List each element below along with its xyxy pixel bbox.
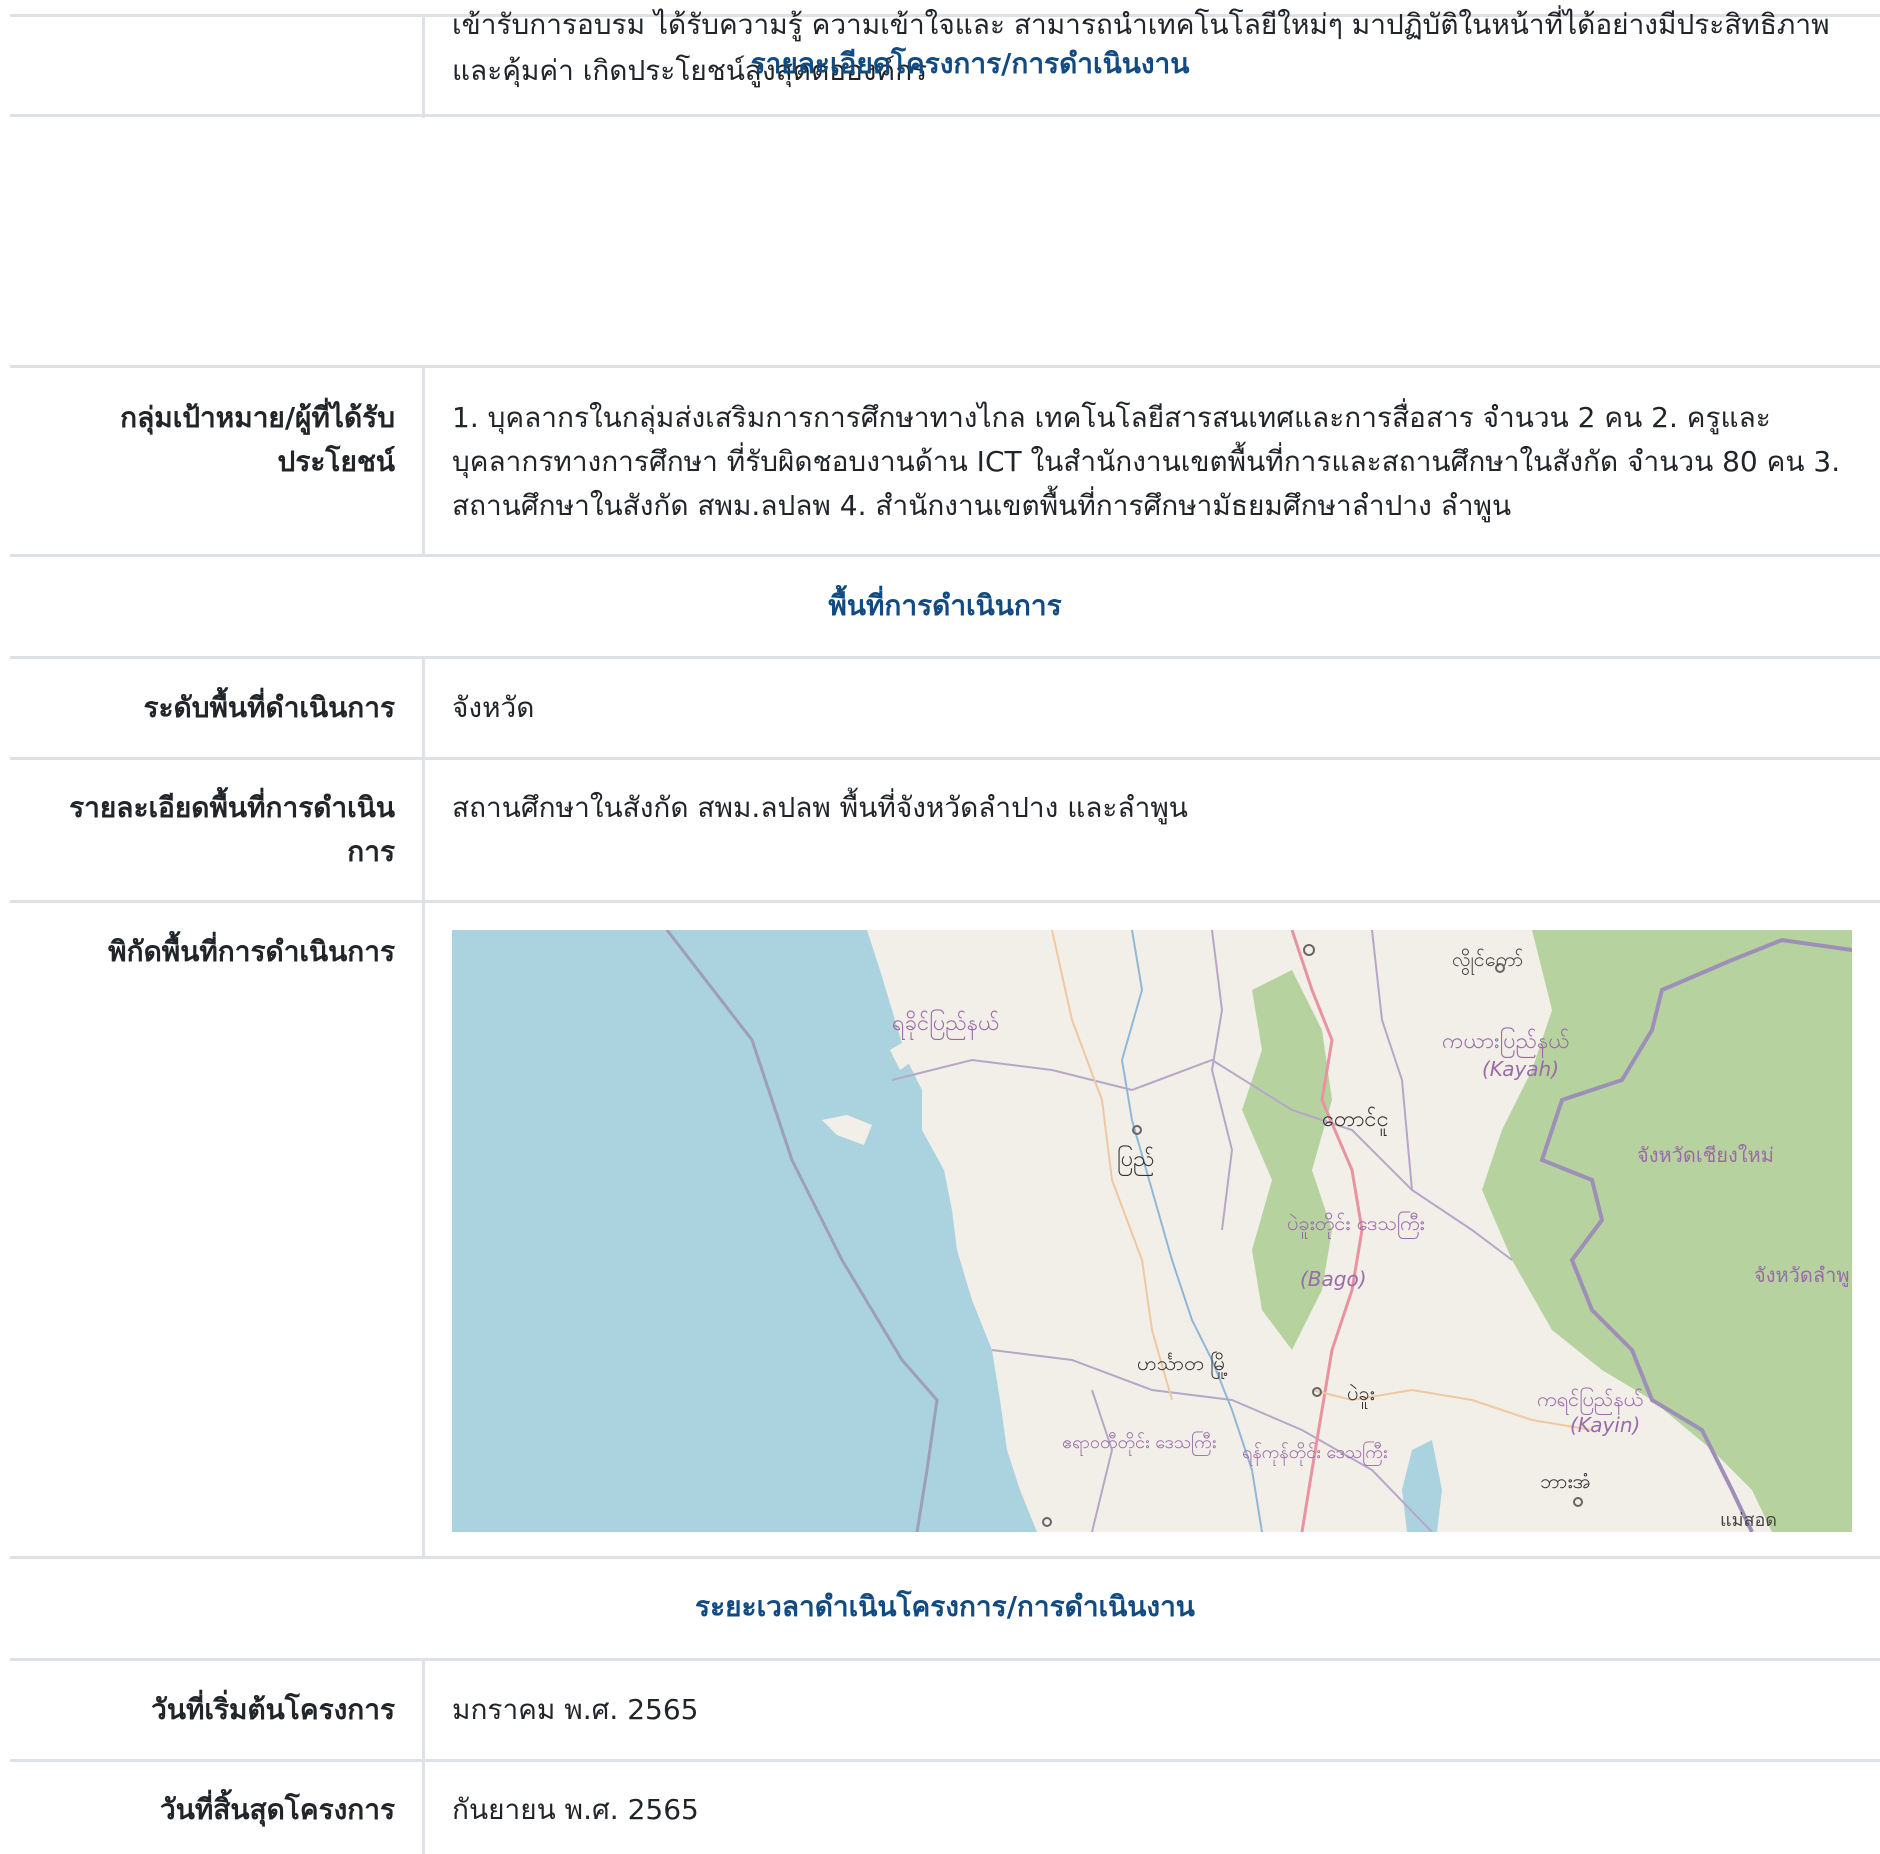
row-divider — [10, 114, 1880, 117]
map-label-kayah-en: (Kayah) — [1482, 1057, 1559, 1081]
end-date-label: วันที่สิ้นสุดโครงการ — [159, 1793, 395, 1826]
map-label-mae-sot: แม่สอด — [1720, 1510, 1777, 1531]
column-divider — [422, 760, 425, 902]
project-detail-page: เข้ารับการอบรม ได้รับความรู้ ความเข้าใจแ… — [0, 0, 1880, 1854]
row-divider — [10, 1759, 1880, 1762]
map-label-pyay: ပြည် — [1117, 1145, 1155, 1176]
map-label-taungoo: တောင်ငူ — [1322, 1106, 1389, 1136]
map-label-bago-mm: ပဲခူးတိုင်း ဒေသကြီး — [1287, 1211, 1425, 1239]
area-level-value: จังหวัด — [452, 691, 535, 724]
row-divider — [10, 1556, 1880, 1559]
duration-section-title: ระยะเวลาดำเนินโครงการ/การดำเนินงาน — [695, 1590, 1195, 1623]
map-label-hinthada: ဟင်္သာတ မြို့ — [1137, 1351, 1228, 1379]
column-divider — [422, 1762, 425, 1854]
row-divider — [10, 1658, 1880, 1661]
map-label-ayeyarwady: ဧရာဝတီတိုင်း ဒေသကြီး — [1062, 1431, 1216, 1456]
start-date-label: วันที่เริ่มต้นโครงการ — [151, 1693, 395, 1726]
area-section-title: พื้นที่การดำเนินการ — [828, 589, 1062, 622]
area-coords-label: พิกัดพื้นที่การดำเนินการ — [108, 935, 395, 968]
row-divider — [10, 656, 1880, 659]
row-divider — [10, 900, 1880, 903]
map-label-yangon: ရန်ကုန်တိုင်း ဒေသကြီး — [1242, 1441, 1387, 1466]
area-detail-label: รายละเอียดพื้นที่การดำเนินการ — [69, 791, 395, 868]
column-divider — [422, 659, 425, 759]
area-level-label: ระดับพื้นที่ดำเนินการ — [143, 691, 395, 724]
row-divider — [10, 554, 1880, 557]
column-divider — [422, 1661, 425, 1761]
map-label-kayah-mm: ကယားပြည်နယ် — [1442, 1027, 1570, 1058]
map-label-hpa-an: ဘားအံ — [1540, 1469, 1591, 1493]
map-label-lamphun: จังหวัดลำพู — [1754, 1263, 1850, 1288]
area-detail-value: สถานศึกษาในสังกัด สพม.ลปลพ พื้นที่จังหวั… — [452, 791, 1188, 824]
map-label-rakhine: ရခိုင်ပြည်နယ် — [892, 1009, 999, 1040]
project-detail-heading: รายละเอียดโครงการ/การดำเนินงาน — [750, 47, 1190, 80]
target-group-label: กลุ่มเป้าหมาย/ผู้ที่ได้รับประโยชน์ — [120, 401, 395, 478]
row-divider — [10, 757, 1880, 760]
location-map[interactable]: ရခိုင်ပြည်နယ် လွိုင်ကော် ကယားပြည်နယ် (Ka… — [452, 930, 1852, 1532]
column-divider — [422, 14, 425, 118]
map-label-loikaw: လွိုင်ကော် — [1452, 947, 1523, 975]
map-label-kayin-mm: ကရင်ပြည်နယ် — [1537, 1387, 1643, 1415]
start-date-value: มกราคม พ.ศ. 2565 — [452, 1693, 699, 1726]
map-label-chiang-mai: จังหวัดเชียงใหม่ — [1637, 1143, 1774, 1167]
target-group-value: 1. บุคลากรในกลุ่มส่งเสริมการการศึกษาทางไ… — [452, 401, 1841, 522]
map-label-kayin-en: (Kayin) — [1570, 1413, 1640, 1437]
column-divider — [422, 368, 425, 556]
map-label-bago-en: (Bago) — [1300, 1267, 1367, 1291]
row-divider — [10, 365, 1880, 368]
end-date-value: กันยายน พ.ศ. 2565 — [452, 1793, 699, 1826]
map-canvas[interactable]: ရခိုင်ပြည်နယ် လွိုင်ကော် ကယားပြည်နယ် (Ka… — [452, 930, 1852, 1532]
map-label-bago-city: ပဲခူး — [1347, 1381, 1375, 1409]
column-divider — [422, 903, 425, 1558]
